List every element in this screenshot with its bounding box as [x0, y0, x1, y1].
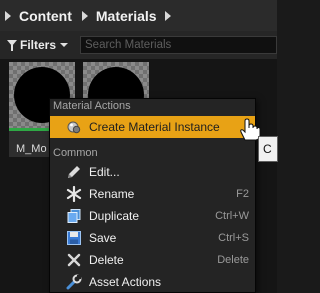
- menu-item-shortcut: F2: [236, 188, 249, 200]
- menu-item-asset-actions[interactable]: Asset Actions: [50, 271, 255, 293]
- menu-item-delete[interactable]: Delete Delete: [50, 249, 255, 271]
- filters-button[interactable]: Filters: [7, 35, 69, 54]
- section-heading-common: Common: [53, 147, 98, 159]
- material-instance-icon: [67, 121, 81, 134]
- asset-name: M_Mo: [16, 143, 47, 155]
- context-menu: Material Actions Create Material Instanc…: [49, 98, 256, 293]
- wrench-icon: [66, 274, 82, 290]
- menu-item-edit[interactable]: Edit...: [50, 161, 255, 183]
- menu-item-label: Duplicate: [89, 209, 140, 223]
- menu-item-label: Create Material Instance: [89, 120, 220, 134]
- rename-icon: [66, 186, 82, 202]
- breadcrumb-arrow-icon[interactable]: [5, 10, 11, 21]
- menu-item-save[interactable]: Save Ctrl+S: [50, 227, 255, 249]
- menu-item-create-material-instance[interactable]: Create Material Instance: [50, 116, 255, 138]
- menu-item-label: Save: [89, 231, 117, 245]
- chevron-down-icon: [60, 42, 69, 47]
- delete-icon: [67, 253, 81, 267]
- breadcrumb: Content Materials: [0, 0, 277, 31]
- breadcrumb-arrow-icon[interactable]: [164, 10, 171, 21]
- breadcrumb-item-materials[interactable]: Materials: [96, 8, 157, 24]
- search-input[interactable]: Search Materials: [80, 36, 277, 54]
- filter-toolbar: Filters Search Materials: [0, 31, 277, 59]
- filters-label: Filters: [20, 37, 57, 52]
- menu-item-label: Edit...: [89, 165, 120, 179]
- menu-item-label: Asset Actions: [89, 275, 162, 289]
- breadcrumb-arrow-icon[interactable]: [81, 10, 88, 21]
- tooltip-text: C: [263, 142, 272, 156]
- section-heading-material-actions: Material Actions: [53, 100, 131, 112]
- menu-item-rename[interactable]: Rename F2: [50, 183, 255, 205]
- menu-item-label: Delete: [89, 253, 124, 267]
- breadcrumb-item-content[interactable]: Content: [19, 8, 72, 24]
- tooltip: C: [258, 136, 278, 162]
- menu-item-duplicate[interactable]: Duplicate Ctrl+W: [50, 205, 255, 227]
- menu-item-shortcut: Delete: [217, 254, 249, 266]
- search-placeholder: Search Materials: [85, 39, 172, 51]
- pencil-icon: [68, 166, 80, 178]
- filter-icon: [7, 40, 17, 51]
- duplicate-icon: [67, 209, 81, 223]
- save-icon: [67, 231, 81, 245]
- menu-item-label: Rename: [89, 187, 135, 201]
- menu-item-shortcut: Ctrl+W: [215, 210, 249, 222]
- menu-item-shortcut: Ctrl+S: [218, 232, 249, 244]
